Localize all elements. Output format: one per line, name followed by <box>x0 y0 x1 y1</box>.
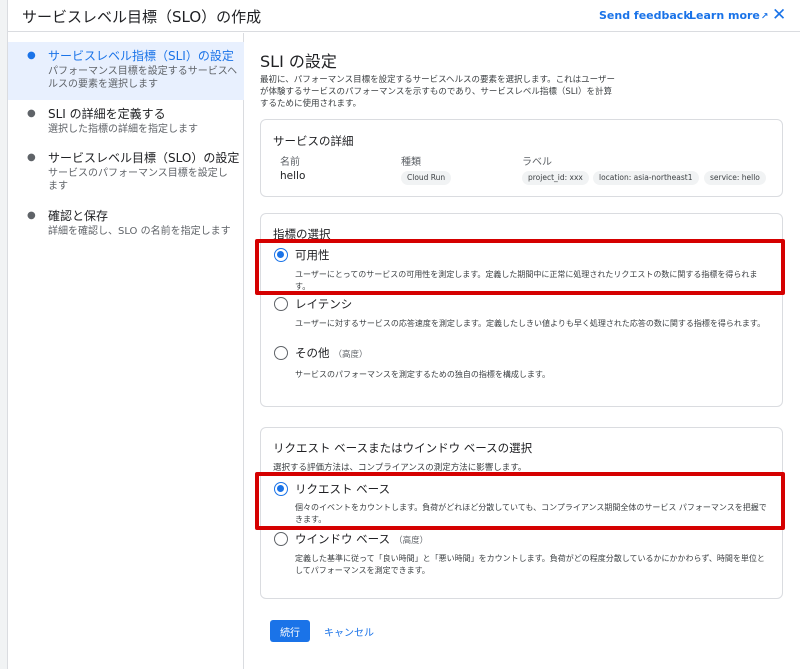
step-configure-sli[interactable]: ● サービスレベル指標（SLI）の設定 パフォーマンス目標を設定するサービスヘル… <box>8 42 244 100</box>
name-column-header: 名前 <box>280 157 300 168</box>
label-chip-location: location: asia-northeast1 <box>593 171 699 185</box>
step-bullet-icon: ● <box>27 108 36 119</box>
step-desc: 選択した指標の詳細を指定します <box>48 124 198 135</box>
other-desc: サービスのパフォーマンスを測定するための独自の指標を構成します。 <box>295 370 551 379</box>
window-based-desc: 定義した基準に従って「良い時間」と「悪い時間」をカウントします。負荷がどの程度分… <box>295 554 765 575</box>
step-set-slo[interactable]: ● サービスレベル目標（SLO）の設定 サービスのパフォーマンス目標を設定します <box>8 150 244 198</box>
stepper-nav: ● サービスレベル指標（SLI）の設定 パフォーマンス目標を設定するサービスヘル… <box>8 33 244 669</box>
step-title: サービスレベル指標（SLI）の設定 <box>48 49 234 63</box>
window-based-label-text: ウインドウ ベース <box>295 532 391 546</box>
background-page-strip <box>0 0 8 669</box>
metric-selection-title: 指標の選択 <box>273 227 331 241</box>
send-feedback-link[interactable]: Send feedback <box>599 9 691 22</box>
request-based-desc: 個々のイベントをカウントします。負荷がどれほど分散していても、コンプライアンス期… <box>295 503 767 524</box>
learn-more-label: Learn more <box>689 9 760 22</box>
dialog-header: サービスレベル目標（SLO）の作成 Send feedback Learn mo… <box>8 0 800 32</box>
intro-text: 最初に、パフォーマンス目標を設定するサービスヘルスの要素を選択します。これはユー… <box>260 75 615 109</box>
request-window-title: リクエスト ベースまたはウインドウ ベースの選択 <box>273 441 533 455</box>
external-link-icon: ↗ <box>760 12 769 22</box>
service-name-value: hello <box>280 170 306 182</box>
latency-label[interactable]: レイテンシ <box>295 296 352 312</box>
other-label[interactable]: その他 （高度） <box>295 345 368 361</box>
advanced-tag: （高度） <box>394 536 429 546</box>
step-bullet-icon: ● <box>27 152 36 163</box>
dialog-title: サービスレベル目標（SLO）の作成 <box>22 8 262 26</box>
request-window-card: リクエスト ベースまたはウインドウ ベースの選択 選択する評価方法は、コンプライ… <box>260 427 783 599</box>
continue-button[interactable]: 続行 <box>270 620 310 642</box>
availability-label[interactable]: 可用性 <box>295 247 330 263</box>
step-desc: パフォーマンス目標を設定するサービスヘルスの要素を選択します <box>48 66 238 90</box>
request-based-label[interactable]: リクエスト ベース <box>295 481 390 497</box>
request-window-subtitle: 選択する評価方法は、コンプライアンスの測定方法に影響します。 <box>273 463 527 473</box>
metric-selection-card: 指標の選択 可用性 ユーザーにとってのサービスの可用性を測定します。定義した期間… <box>260 213 783 407</box>
learn-more-link[interactable]: Learn more↗ <box>689 9 768 22</box>
step-title: 確認と保存 <box>48 209 109 223</box>
service-details-card: サービスの詳細 名前 種類 ラベル hello Cloud Run projec… <box>260 119 783 197</box>
step-review-save[interactable]: ● 確認と保存 詳細を確認し、SLO の名前を指定します <box>8 208 244 242</box>
other-radio[interactable] <box>274 346 288 360</box>
availability-radio[interactable] <box>274 248 288 262</box>
step-bullet-icon: ● <box>27 50 36 61</box>
latency-desc: ユーザーに対するサービスの応答速度を測定します。定義したしきい値よりも早く処理さ… <box>295 319 766 328</box>
step-title: サービスレベル目標（SLO）の設定 <box>48 151 240 165</box>
type-column-header: 種類 <box>401 157 421 168</box>
step-define-sli-details[interactable]: ● SLI の詳細を定義する 選択した指標の詳細を指定します <box>8 106 244 140</box>
other-label-text: その他 <box>295 346 330 360</box>
type-chip: Cloud Run <box>401 171 452 185</box>
label-chip-service: service: hello <box>704 171 766 185</box>
step-desc: サービスのパフォーマンス目標を設定します <box>48 168 228 192</box>
availability-desc: ユーザーにとってのサービスの可用性を測定します。定義した期間中に正常に処理された… <box>295 270 758 291</box>
step-bullet-icon: ● <box>27 210 36 221</box>
label-chip-project: project_id: xxx <box>522 171 589 185</box>
step-title: SLI の詳細を定義する <box>48 107 166 121</box>
request-based-radio[interactable] <box>274 482 288 496</box>
section-title: SLI の設定 <box>260 52 337 71</box>
cancel-button[interactable]: キャンセル <box>324 624 374 639</box>
window-based-label[interactable]: ウインドウ ベース （高度） <box>295 531 428 547</box>
create-slo-dialog: サービスレベル目標（SLO）の作成 Send feedback Learn mo… <box>8 0 800 669</box>
label-column-header: ラベル <box>522 157 552 168</box>
advanced-tag: （高度） <box>333 350 368 360</box>
step-desc: 詳細を確認し、SLO の名前を指定します <box>48 226 231 237</box>
close-icon[interactable]: ✕ <box>772 5 786 25</box>
main-content: SLI の設定 最初に、パフォーマンス目標を設定するサービスヘルスの要素を選択し… <box>244 33 800 669</box>
service-details-title: サービスの詳細 <box>273 134 354 148</box>
latency-radio[interactable] <box>274 297 288 311</box>
window-based-radio[interactable] <box>274 532 288 546</box>
